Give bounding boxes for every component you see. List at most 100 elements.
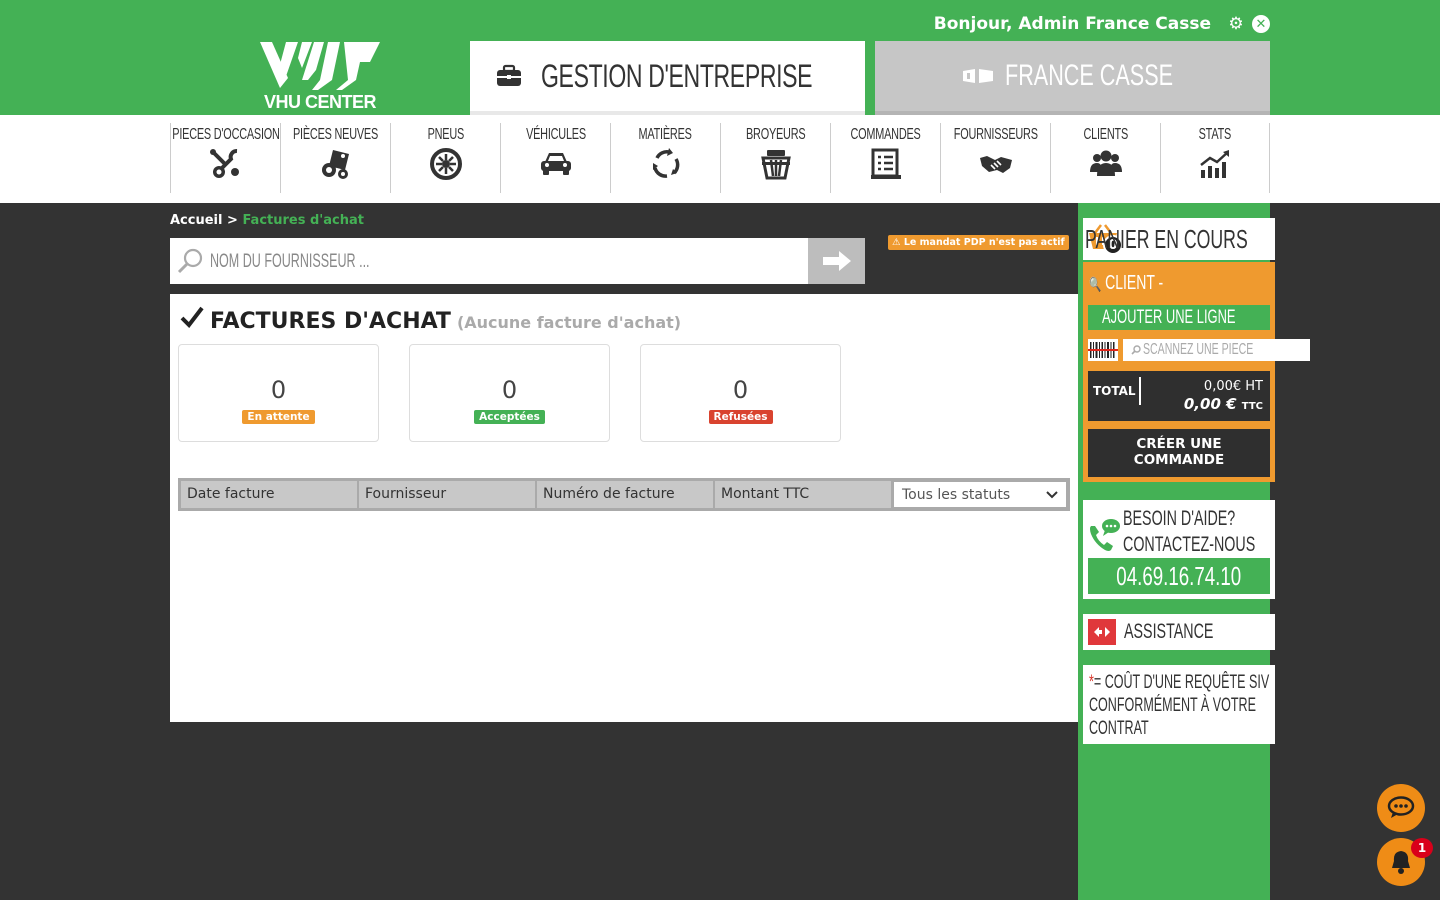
chat-icon (1387, 796, 1415, 818)
total-divider (1139, 377, 1141, 405)
add-line-button[interactable]: AJOUTER UNE LIGNE (1088, 305, 1270, 330)
search-submit-button[interactable] (808, 238, 865, 284)
status-cards: 0 En attente 0 Acceptées 0 Refusées (178, 344, 841, 442)
recycle-icon (652, 148, 679, 178)
greeting-text: Bonjour, Admin France Casse (933, 14, 1211, 34)
new-parts-icon (321, 150, 349, 179)
nav-label: VÉHICULES (525, 126, 586, 143)
nav-item-pneus[interactable]: PNEUS (390, 123, 500, 193)
nav-label: MATIÈRES (638, 126, 693, 143)
chat-button[interactable] (1377, 784, 1425, 832)
nav-item-clients[interactable]: CLIENTS (1050, 123, 1160, 193)
tab-gestion-entreprise[interactable]: GESTION D'ENTREPRISE (470, 41, 865, 115)
key-icon: 🔍 (1089, 276, 1102, 292)
orders-icon (870, 148, 901, 179)
column-date-facture[interactable]: Date facture (181, 481, 357, 508)
siv-note-text: *= COÛT D'UNE REQUÊTE SIV CONFORMÉMENT À… (1089, 671, 1269, 740)
nav-label: STATS (1198, 126, 1232, 143)
breadcrumb: Accueil > Factures d'achat (170, 213, 364, 228)
nav-item-vehicules[interactable]: VÉHICULES (500, 123, 610, 193)
help-title: BESOIN D'AIDE? CONTACTEZ-NOUS (1123, 506, 1255, 558)
cart-total: TOTAL 0,00€ HT 0,00 € TTC (1088, 371, 1270, 421)
card-count: 0 (501, 376, 518, 404)
ttc-unit: TTC (1241, 401, 1263, 412)
chevron-down-icon (1046, 490, 1058, 498)
cart-body: 🔍 CLIENT - AJOUTER UNE LIGNE SCANNEZ UNE… (1083, 262, 1311, 482)
users-icon (1089, 150, 1122, 176)
assistance-icon (1088, 619, 1116, 645)
column-montant-ttc[interactable]: Montant TTC (715, 481, 891, 508)
assistance-label: ASSISTANCE (1124, 620, 1214, 643)
invoices-panel: FACTURES D'ACHAT (Aucune facture d'achat… (170, 294, 1078, 722)
help-box: BESOIN D'AIDE? CONTACTEZ-NOUS 04.69.16.7… (1083, 500, 1275, 599)
arrow-right-icon (822, 251, 851, 271)
nav-label: CLIENTS (1083, 126, 1128, 143)
card-count: 0 (270, 376, 287, 404)
nav-label: PNEUS (427, 126, 464, 143)
tab-france-casse[interactable]: FRANCE CASSE (875, 41, 1270, 115)
tools-icon (209, 149, 239, 178)
search-icon (1131, 345, 1141, 355)
breadcrumb-home[interactable]: Accueil (170, 213, 222, 228)
gear-icon[interactable]: ⚙ (1226, 14, 1246, 34)
nav-item-broyeurs[interactable]: BROYEURS (720, 123, 830, 193)
tire-icon (429, 148, 462, 180)
stats-icon (1200, 150, 1229, 178)
main-nav: PIECES D'OCCASION PIÈCES NEUVES PNEUS VÉ… (0, 115, 1440, 203)
nav-label: PIÈCES NEUVES (292, 126, 379, 143)
status-badge: Acceptées (474, 410, 545, 424)
barcode-icon[interactable] (1088, 339, 1118, 361)
status-filter-select[interactable]: Tous les statuts (893, 481, 1067, 508)
help-line1: BESOIN D'AIDE? (1123, 507, 1236, 530)
siv-note: *= COÛT D'UNE REQUÊTE SIV CONFORMÉMENT À… (1083, 665, 1275, 744)
briefcase-icon (496, 64, 521, 86)
nav-item-matieres[interactable]: MATIÈRES (610, 123, 720, 193)
cart-title: PANIER EN COURS (1085, 223, 1248, 254)
page-subtitle: (Aucune facture d'achat) (456, 313, 682, 332)
scan-row: SCANNEZ UNE PIECE (1088, 339, 1311, 361)
column-numero-facture[interactable]: Numéro de facture (537, 481, 713, 508)
page-title: FACTURES D'ACHAT (Aucune facture d'achat… (180, 306, 681, 334)
breadcrumb-separator: > (227, 213, 238, 228)
handshake-icon (979, 156, 1012, 173)
close-icon[interactable]: ✕ (1252, 15, 1270, 33)
top-header: Bonjour, Admin France Casse ⚙ ✕ VHU CENT… (0, 0, 1440, 115)
search-icon (177, 248, 203, 274)
shredder-icon (760, 150, 791, 180)
help-line2: CONTACTEZ-NOUS (1123, 533, 1256, 556)
nav-item-fournisseurs[interactable]: FOURNISSEURS (940, 123, 1050, 193)
nav-label: BROYEURS (745, 126, 806, 143)
scan-placeholder: SCANNEZ UNE PIECE (1143, 341, 1254, 358)
create-order-button[interactable]: CRÉER UNE COMMANDE (1088, 429, 1270, 477)
total-label: TOTAL (1093, 384, 1136, 398)
nav-item-pieces-neuves[interactable]: PIÈCES NEUVES (280, 123, 390, 193)
create-order-line2: COMMANDE (1133, 452, 1225, 468)
column-fournisseur[interactable]: Fournisseur (359, 481, 535, 508)
status-badge: Refusées (708, 410, 773, 424)
assistance-button[interactable]: ASSISTANCE (1083, 614, 1275, 650)
nav-item-pieces-occasion[interactable]: PIECES D'OCCASION (170, 123, 280, 193)
add-line-label: AJOUTER UNE LIGNE (1102, 306, 1236, 328)
nav-item-stats[interactable]: STATS (1160, 123, 1270, 193)
scan-part-input[interactable]: SCANNEZ UNE PIECE (1123, 339, 1311, 361)
phone-chat-icon (1090, 519, 1120, 551)
nav-label: COMMANDES (850, 126, 921, 143)
notification-count-badge: 1 (1411, 838, 1433, 858)
total-ttc-value: 0,00 € (1183, 395, 1237, 413)
supplier-search-input[interactable] (206, 238, 806, 284)
total-ttc: 0,00 € TTC (1184, 395, 1263, 413)
client-selector[interactable]: 🔍 CLIENT - (1089, 272, 1163, 295)
invoices-table-header: Date facture Fournisseur Numéro de factu… (178, 478, 1070, 511)
card-refusees[interactable]: 0 Refusées (640, 344, 841, 442)
nav-item-commandes[interactable]: COMMANDES (830, 123, 940, 193)
pdp-warning-badge: ⚠ Le mandat PDP n'est pas actif (888, 235, 1069, 250)
nav-label: PIECES D'OCCASION (171, 126, 280, 143)
card-en-attente[interactable]: 0 En attente (178, 344, 379, 442)
card-acceptees[interactable]: 0 Acceptées (409, 344, 610, 442)
tab-france-label: FRANCE CASSE (1004, 59, 1173, 92)
tab-gestion-label: GESTION D'ENTREPRISE (540, 57, 813, 94)
bell-icon (1392, 851, 1410, 874)
cart-header[interactable]: 0 PANIER EN COURS (1083, 218, 1275, 260)
help-phone-button[interactable]: 04.69.16.74.10 (1088, 558, 1270, 594)
checkmark-icon (180, 306, 204, 328)
